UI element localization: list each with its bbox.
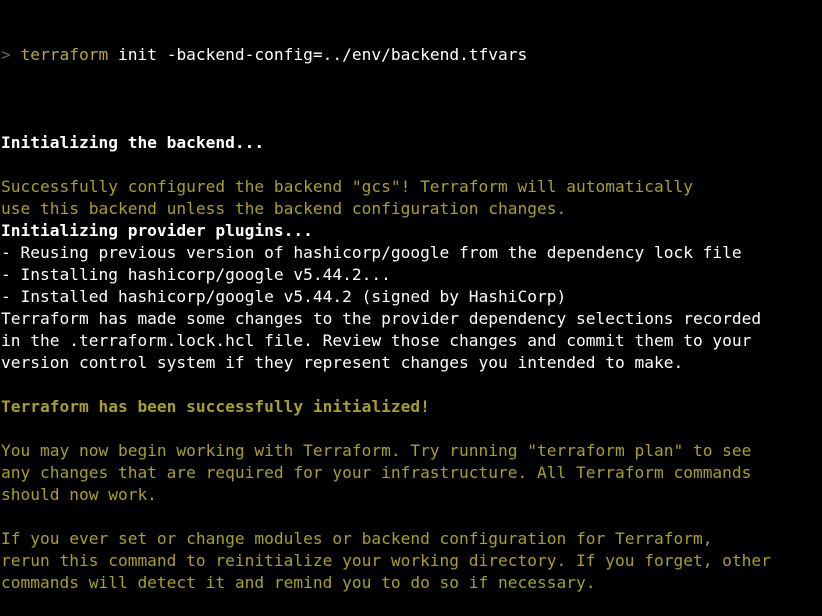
output-line: rerun this command to reinitialize your …	[1, 551, 771, 570]
prompt-arrow-icon: >	[1, 45, 11, 64]
output-line: commands will detect it and remind you t…	[1, 573, 596, 592]
prompt-line: > terraform init -backend-config=../env/…	[1, 44, 822, 66]
output-line: Terraform has been successfully initiali…	[1, 397, 430, 416]
output-line: You may now begin working with Terraform…	[1, 441, 752, 460]
terminal-window[interactable]: > terraform init -backend-config=../env/…	[0, 0, 822, 592]
command-name: terraform	[20, 45, 109, 64]
output-line: Initializing the backend...	[1, 133, 265, 152]
output-line: - Reusing previous version of hashicorp/…	[1, 243, 742, 262]
output-line: in the .terraform.lock.hcl file. Review …	[1, 331, 752, 350]
output-line: - Installed hashicorp/google v5.44.2 (si…	[1, 287, 567, 306]
terminal-output: Initializing the backend... Successfully …	[1, 110, 822, 594]
output-line: Successfully configured the backend "gcs…	[1, 177, 693, 196]
output-line: - Installing hashicorp/google v5.44.2...	[1, 265, 391, 284]
output-line: version control system if they represent…	[1, 353, 684, 372]
output-line: Terraform has made some changes to the p…	[1, 309, 762, 328]
output-line: any changes that are required for your i…	[1, 463, 752, 482]
output-line: should now work.	[1, 485, 157, 504]
output-line: If you ever set or change modules or bac…	[1, 529, 713, 548]
output-line: Initializing provider plugins...	[1, 221, 313, 240]
command-args: init -backend-config=../env/backend.tfva…	[108, 45, 528, 64]
output-line: use this backend unless the backend conf…	[1, 199, 567, 218]
